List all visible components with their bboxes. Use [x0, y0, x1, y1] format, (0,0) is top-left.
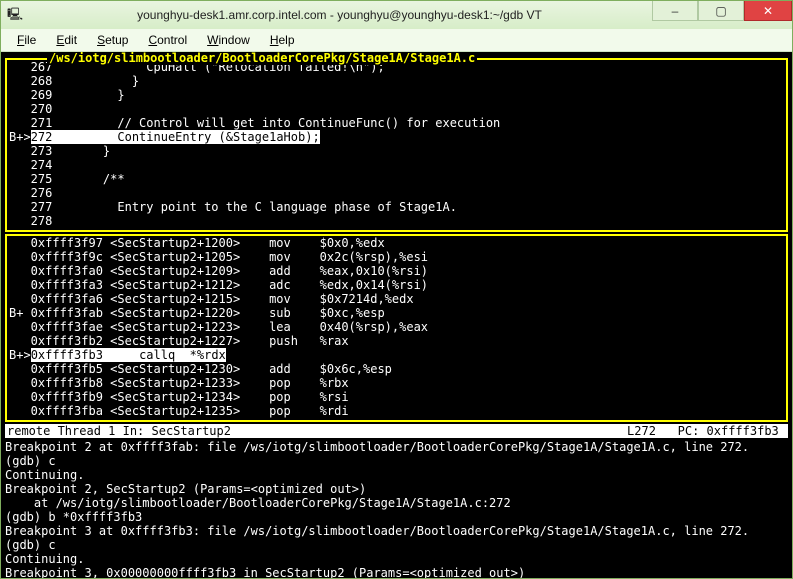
asm-line: 0xffff3fb5 <SecStartup2+1230> add $0x6c,…	[9, 362, 784, 376]
asm-line: 0xffff3fae <SecStartup2+1223> lea 0x40(%…	[9, 320, 784, 334]
source-line: B+>272 ContinueEntry (&Stage1aHob);	[9, 130, 784, 144]
asm-line: B+>0xffff3fb3 callq *%rdx	[9, 348, 784, 362]
source-pane-title: /ws/iotg/slimbootloader/BootloaderCorePk…	[47, 52, 477, 65]
asm-line: B+ 0xffff3fab <SecStartup2+1220> sub $0x…	[9, 306, 784, 320]
status-bar: remote Thread 1 In: SecStartup2 L272 PC:…	[5, 424, 788, 438]
output-line: Continuing.	[5, 468, 788, 482]
menu-control[interactable]: Control	[138, 31, 197, 49]
output-line: (gdb) c	[5, 454, 788, 468]
asm-line: 0xffff3fa0 <SecStartup2+1209> add %eax,0…	[9, 264, 784, 278]
menu-help[interactable]: Help	[260, 31, 305, 49]
status-right: L272 PC: 0xffff3fb3	[627, 424, 786, 438]
status-left: remote Thread 1 In: SecStartup2	[7, 424, 627, 438]
output-line: (gdb) c	[5, 538, 788, 552]
app-icon: 🖳	[7, 7, 23, 23]
asm-pane: 0xffff3f97 <SecStartup2+1200> mov $0x0,%…	[5, 234, 788, 422]
output-line: Breakpoint 3 at 0xffff3fb3: file /ws/iot…	[5, 524, 788, 538]
gdb-output: Breakpoint 2 at 0xffff3fab: file /ws/iot…	[5, 438, 788, 578]
output-line: Breakpoint 3, 0x00000000ffff3fb3 in SecS…	[5, 566, 788, 578]
menu-setup[interactable]: Setup	[87, 31, 138, 49]
window-buttons: – ▢ ✕	[652, 1, 792, 29]
asm-line: 0xffff3f9c <SecStartup2+1205> mov 0x2c(%…	[9, 250, 784, 264]
source-pane: /ws/iotg/slimbootloader/BootloaderCorePk…	[5, 58, 788, 232]
minimize-button[interactable]: –	[652, 1, 698, 21]
asm-line: 0xffff3f97 <SecStartup2+1200> mov $0x0,%…	[9, 236, 784, 250]
source-line: 275 /**	[9, 172, 784, 186]
menu-edit[interactable]: Edit	[46, 31, 87, 49]
source-line: 278	[9, 214, 784, 228]
source-lines: 267 CpuHalt ("Relocation failed!\n"); 26…	[9, 60, 784, 228]
output-line: Breakpoint 2, SecStartup2 (Params=<optim…	[5, 482, 788, 496]
window-frame: 🖳 younghyu-desk1.amr.corp.intel.com - yo…	[0, 0, 793, 579]
source-line: 276	[9, 186, 784, 200]
titlebar[interactable]: 🖳 younghyu-desk1.amr.corp.intel.com - yo…	[1, 1, 792, 29]
asm-line: 0xffff3fa3 <SecStartup2+1212> adc %edx,0…	[9, 278, 784, 292]
source-line: 270	[9, 102, 784, 116]
source-line: 274	[9, 158, 784, 172]
menu-window[interactable]: Window	[197, 31, 260, 49]
asm-line: 0xffff3fb2 <SecStartup2+1227> push %rax	[9, 334, 784, 348]
source-line: 268 }	[9, 74, 784, 88]
asm-line: 0xffff3fa6 <SecStartup2+1215> mov $0x721…	[9, 292, 784, 306]
output-line: at /ws/iotg/slimbootloader/BootloaderCor…	[5, 496, 788, 510]
asm-lines: 0xffff3f97 <SecStartup2+1200> mov $0x0,%…	[9, 236, 784, 418]
maximize-button[interactable]: ▢	[698, 1, 744, 21]
asm-line: 0xffff3fb8 <SecStartup2+1233> pop %rbx	[9, 376, 784, 390]
output-line: Continuing.	[5, 552, 788, 566]
close-button[interactable]: ✕	[744, 1, 792, 21]
window-title: younghyu-desk1.amr.corp.intel.com - youn…	[27, 8, 652, 22]
source-line: 269 }	[9, 88, 784, 102]
asm-line: 0xffff3fba <SecStartup2+1235> pop %rdi	[9, 404, 784, 418]
source-line: 273 }	[9, 144, 784, 158]
menu-file[interactable]: File	[7, 31, 46, 49]
source-line: 271 // Control will get into ContinueFun…	[9, 116, 784, 130]
asm-line: 0xffff3fb9 <SecStartup2+1234> pop %rsi	[9, 390, 784, 404]
output-line: (gdb) b *0xffff3fb3	[5, 510, 788, 524]
terminal[interactable]: /ws/iotg/slimbootloader/BootloaderCorePk…	[1, 52, 792, 578]
output-line: Breakpoint 2 at 0xffff3fab: file /ws/iot…	[5, 440, 788, 454]
menubar: File Edit Setup Control Window Help	[1, 29, 792, 52]
source-line: 277 Entry point to the C language phase …	[9, 200, 784, 214]
